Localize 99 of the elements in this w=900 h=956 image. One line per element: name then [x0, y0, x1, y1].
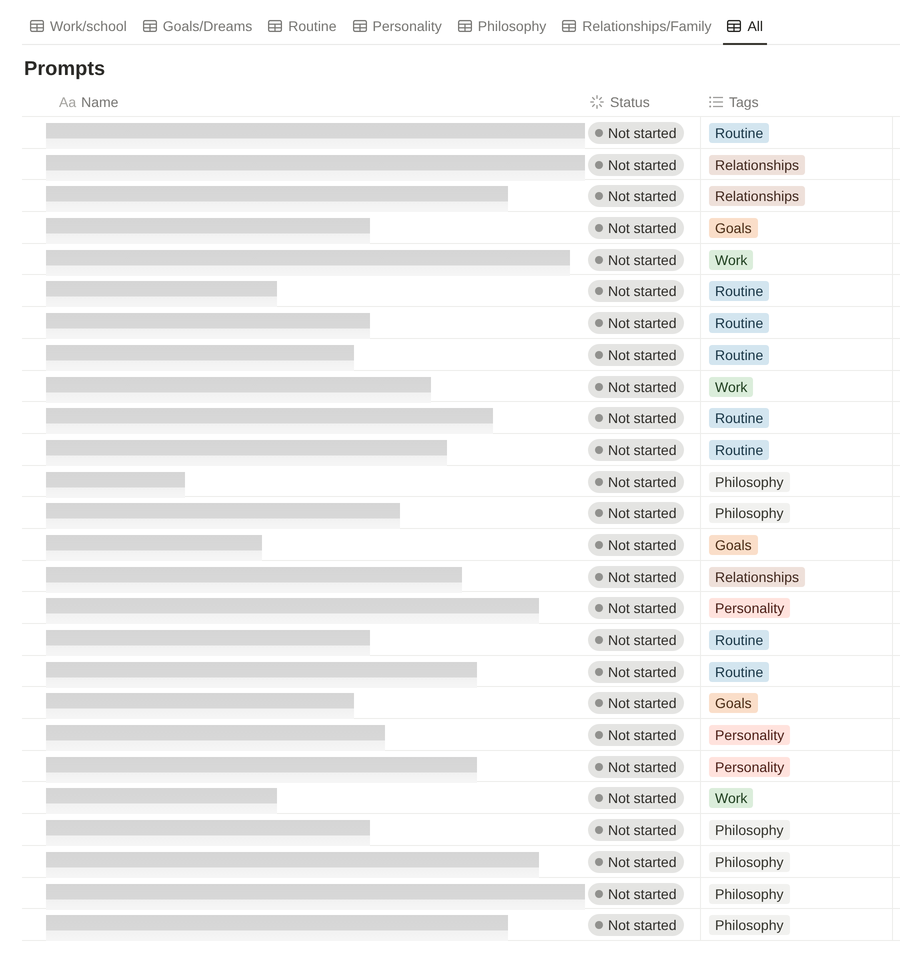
- status-dot-icon: [595, 604, 603, 612]
- status-label: Not started: [608, 474, 676, 490]
- tag: Relationships: [709, 186, 806, 206]
- status-label: Not started: [608, 283, 676, 300]
- view-tab[interactable]: Goals/Dreams: [138, 9, 256, 45]
- status-dot-icon: [595, 890, 603, 898]
- tag: Work: [709, 250, 754, 270]
- table-icon: [30, 20, 44, 32]
- view-tab[interactable]: Work/school: [26, 9, 131, 45]
- tag: Relationships: [709, 566, 806, 587]
- status-dot-icon: [595, 446, 603, 454]
- status-dot-icon: [595, 921, 603, 930]
- status-label: Not started: [608, 156, 676, 173]
- tag: Routine: [709, 408, 770, 428]
- table-icon: [142, 20, 157, 32]
- status-label: Not started: [608, 442, 676, 458]
- tag: Goals: [709, 534, 758, 555]
- status-label: Not started: [608, 600, 676, 616]
- tag: Philosophy: [709, 915, 790, 936]
- column-header[interactable]: Tags: [700, 88, 893, 116]
- status-dot-icon: [595, 509, 603, 518]
- tag: Philosophy: [709, 820, 790, 840]
- status-dot-icon: [595, 572, 603, 581]
- status-dot-icon: [595, 636, 603, 644]
- status-dot-icon: [595, 858, 603, 866]
- status-label: Not started: [608, 664, 676, 680]
- tag: Personality: [709, 725, 790, 746]
- status-label: Not started: [608, 854, 676, 870]
- status-dot-icon: [595, 668, 603, 676]
- list-icon: [709, 96, 723, 108]
- tag: Work: [709, 376, 754, 396]
- status-dot-icon: [595, 794, 603, 802]
- status-dot-icon: [595, 224, 603, 232]
- status-dot-icon: [595, 826, 603, 834]
- status-label: Not started: [608, 822, 676, 838]
- table-icon: [562, 20, 576, 32]
- status-label: Not started: [608, 220, 676, 236]
- table-icon: [727, 20, 742, 32]
- status-label: Not started: [608, 410, 676, 426]
- table-icon: [458, 20, 472, 32]
- tag: Philosophy: [709, 472, 790, 492]
- tag: Work: [709, 788, 754, 808]
- status-dot-icon: [595, 256, 603, 264]
- tag: Personality: [709, 598, 790, 618]
- tag: Personality: [709, 756, 790, 777]
- status-label: Not started: [608, 886, 676, 902]
- status-dot-icon: [595, 129, 603, 137]
- status-label: Not started: [608, 758, 676, 775]
- page-title: Prompts: [24, 57, 106, 82]
- column-header[interactable]: Aa Name: [46, 88, 585, 116]
- status-dot-icon: [595, 414, 603, 422]
- tag: Routine: [709, 281, 770, 302]
- tag: Routine: [709, 344, 770, 365]
- view-tab[interactable]: Personality: [348, 9, 446, 45]
- tag: Routine: [709, 313, 770, 334]
- status-dot-icon: [595, 478, 603, 486]
- status-label: Not started: [608, 790, 676, 806]
- view-tab[interactable]: Routine: [264, 9, 341, 45]
- status-dot-icon: [595, 699, 603, 708]
- status-label: Not started: [608, 568, 676, 585]
- view-tab[interactable]: Relationships/Family: [558, 9, 716, 45]
- status-label: Not started: [608, 378, 676, 394]
- status-dot-icon: [595, 192, 603, 200]
- status-dot-icon: [595, 540, 603, 549]
- tag: Routine: [709, 662, 770, 682]
- status-label: Not started: [608, 917, 676, 934]
- status-label: Not started: [608, 188, 676, 204]
- status-dot-icon: [595, 731, 603, 740]
- view-tab[interactable]: All: [723, 9, 768, 45]
- tag: Routine: [709, 630, 770, 650]
- tag: Relationships: [709, 154, 806, 175]
- tag: Goals: [709, 218, 758, 238]
- status-dot-icon: [595, 319, 603, 328]
- status-dot-icon: [595, 287, 603, 296]
- tag: Philosophy: [709, 852, 790, 872]
- view-tab[interactable]: Philosophy: [454, 9, 550, 45]
- status-dot-icon: [595, 160, 603, 169]
- status-label: Not started: [608, 252, 676, 268]
- tag: Goals: [709, 693, 758, 714]
- status-label: Not started: [608, 695, 676, 712]
- status-label: Not started: [608, 536, 676, 553]
- status-dot-icon: [595, 382, 603, 390]
- tag: Philosophy: [709, 884, 790, 904]
- status-type-icon: [590, 95, 604, 109]
- status-label: Not started: [608, 346, 676, 363]
- status-label: Not started: [608, 315, 676, 332]
- status-label: Not started: [608, 505, 676, 522]
- tag: Philosophy: [709, 503, 790, 524]
- status-label: Not started: [608, 727, 676, 744]
- status-label: Not started: [608, 125, 676, 141]
- table-icon: [352, 20, 367, 32]
- tag: Routine: [709, 440, 770, 460]
- status-dot-icon: [595, 350, 603, 359]
- tag: Routine: [709, 123, 770, 143]
- text-type-icon: Aa: [59, 94, 76, 110]
- table-icon: [268, 20, 282, 32]
- status-dot-icon: [595, 762, 603, 771]
- status-label: Not started: [608, 632, 676, 648]
- column-header[interactable]: Status: [585, 88, 700, 116]
